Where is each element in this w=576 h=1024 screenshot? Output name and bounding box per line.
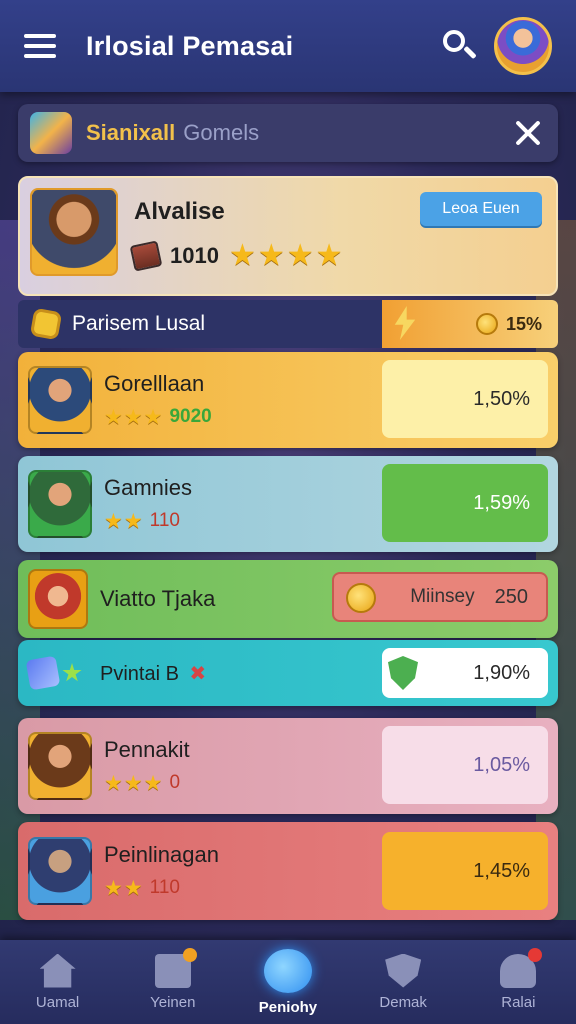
search-icon[interactable] [438, 26, 478, 66]
list-item-info: Pennakit ★★★ 0 [104, 737, 190, 796]
list-item-name: Pvintai B [100, 662, 179, 685]
value-button[interactable]: 1,90% [382, 648, 548, 698]
list-item[interactable]: Gorelllaan ★★★ 9020 1,50% [18, 352, 558, 448]
list-item-score: 9020 [169, 406, 212, 427]
money-button[interactable]: Miinsey 250 [332, 572, 548, 622]
list-item-info: Pvintai B ✖ [94, 661, 206, 686]
list-item-meta: ★★★ 0 [104, 771, 190, 796]
page-title: Irlosial Pemasai [86, 30, 294, 61]
value-text: 1,90% [473, 661, 530, 684]
chest-icon [129, 239, 163, 272]
money-amount: 250 [494, 585, 528, 608]
list-item-name: Peinlinagan [104, 841, 219, 867]
list-item-name: Gorelllaan [104, 370, 205, 396]
list-item-info: Peinlinagan ★★ 110 [104, 842, 219, 901]
nav-item-demak[interactable]: Demak [353, 953, 453, 1011]
game-logo-icon [30, 112, 72, 154]
nav-label: Ralai [501, 993, 536, 1011]
shield-icon [388, 656, 418, 690]
list-item[interactable]: Pvintai B ✖ 1,90% [18, 640, 558, 706]
value-button[interactable]: 1,50% [382, 360, 548, 438]
news-icon [154, 947, 197, 988]
featured-name: Alvalise [134, 198, 225, 225]
list-item-meta: ★★★ 9020 [104, 405, 212, 430]
section-title: Parisem Lusal [72, 312, 206, 335]
list-item[interactable]: Pennakit ★★★ 0 1,05% [18, 718, 558, 814]
hero-portrait [28, 732, 92, 800]
star-rating: ★★ [104, 876, 144, 900]
avatar[interactable] [494, 17, 552, 75]
list-item-mark: ✖ [189, 662, 207, 685]
profile-icon [500, 947, 543, 988]
list-item[interactable]: Gamnies ★★ 110 1,59% [18, 456, 558, 552]
menu-icon[interactable] [24, 28, 60, 64]
featured-stats: 1010 ★★★★ [129, 238, 345, 273]
list-item-info: Gorelllaan ★★★ 9020 [104, 371, 212, 430]
star-icon [62, 663, 82, 682]
panel-title: Sianixall [86, 120, 176, 145]
money-label: Miinsey [410, 586, 475, 607]
value-button[interactable]: 1,59% [382, 464, 548, 542]
list-item-meta: ★★ 110 [104, 876, 219, 901]
nav-item-peniohy[interactable]: Peniohy [238, 948, 338, 1016]
sword-icon [25, 655, 61, 691]
value-button[interactable]: 1,45% [382, 832, 548, 910]
featured-score: 1010 [170, 242, 219, 268]
hero-portrait [30, 188, 118, 276]
hero-portrait [28, 569, 88, 629]
coin-icon [346, 583, 376, 613]
hero-portrait [28, 470, 92, 538]
list-item-name: Pennakit [104, 736, 190, 762]
value-button[interactable]: 1,05% [382, 726, 548, 804]
nav-item-uamal[interactable]: Uamal [8, 953, 108, 1011]
nav-label: Demak [379, 993, 427, 1011]
list-item-name: Viatto Tjaka [100, 586, 216, 611]
section-value-text: 15% [505, 313, 542, 334]
shield-icon [385, 953, 422, 988]
section-value: 15% [382, 300, 558, 348]
chat-icon [263, 948, 312, 993]
list-item-meta: ★★ 110 [104, 509, 192, 534]
list-item-name: Gamnies [104, 474, 193, 500]
nav-item-yeinen[interactable]: Yeinen [123, 947, 223, 1011]
list-item-score: 0 [169, 772, 181, 793]
list-item[interactable]: Viatto Tjaka Miinsey 250 [18, 560, 558, 638]
star-rating: ★★ [104, 509, 144, 533]
nav-label: Uamal [35, 993, 80, 1011]
top-bar: Irlosial Pemasai [0, 0, 576, 92]
star-rating: ★★★★ [228, 239, 345, 272]
list-item-info: Gamnies ★★ 110 [104, 475, 192, 534]
featured-card[interactable]: Alvalise 1010 ★★★★ Leoa Euen [18, 176, 558, 296]
panel-subtitle: Gomels [183, 120, 260, 145]
home-icon [39, 953, 76, 988]
list-item-score: 110 [149, 877, 180, 898]
list-item-info: Viatto Tjaka [100, 586, 215, 612]
search-panel: Sianixall Gomels [18, 104, 558, 162]
bottom-nav: Uamal Yeinen Peniohy Demak Ralai [0, 940, 576, 1024]
close-icon[interactable] [510, 115, 546, 151]
nav-label: Peniohy [258, 998, 318, 1016]
nav-item-ralai[interactable]: Ralai [468, 947, 568, 1011]
star-rating: ★★★ [104, 405, 164, 429]
star-rating: ★★★ [104, 771, 164, 795]
bolt-icon [394, 306, 416, 340]
gem-icon [29, 307, 63, 341]
list-item[interactable]: Peinlinagan ★★ 110 1,45% [18, 822, 558, 920]
hero-portrait [28, 837, 92, 905]
featured-button[interactable]: Leoa Euen [420, 192, 542, 226]
list-item-score: 110 [149, 510, 180, 531]
section-header: Parisem Lusal 15% [18, 300, 558, 348]
coin-icon [475, 313, 498, 335]
nav-label: Yeinen [150, 993, 196, 1011]
hero-portrait [28, 366, 92, 434]
